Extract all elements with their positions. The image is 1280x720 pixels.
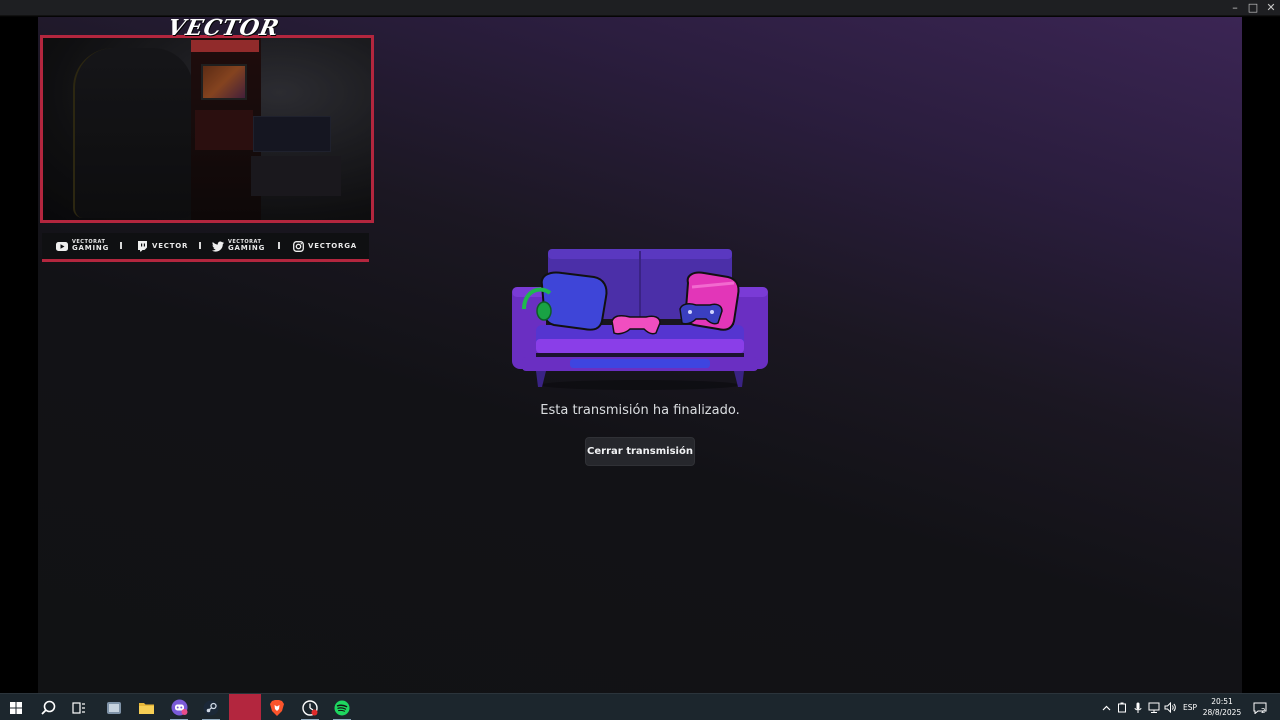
screen: – □ ✕ VECTOR VECTORAT GAMING VECTOR VECT… — [0, 0, 1280, 720]
right-letterbox — [1242, 17, 1280, 693]
social-handle: VECTORGA — [308, 241, 358, 250]
volume-icon — [1164, 702, 1176, 713]
notifications-button[interactable]: 2 — [1250, 694, 1270, 720]
social-twitch: VECTOR — [136, 233, 188, 259]
twitter-icon — [212, 241, 224, 252]
webcam-overlay — [40, 35, 374, 223]
file-app[interactable] — [99, 694, 129, 720]
social-twitter: VECTORAT GAMING — [212, 233, 265, 259]
close-window-button[interactable]: ✕ — [1260, 0, 1280, 16]
empty-couch-illustration — [512, 249, 768, 390]
brave-icon — [270, 699, 284, 716]
network-button[interactable] — [1147, 694, 1161, 720]
steam-icon — [203, 700, 219, 715]
clock-app[interactable] — [295, 694, 325, 720]
separator — [278, 242, 280, 249]
webcam-shade — [43, 38, 371, 220]
stream-viewport: VECTOR VECTORAT GAMING VECTOR VECTORAT G… — [38, 17, 1242, 693]
discord-icon — [171, 699, 187, 716]
volume-button[interactable] — [1163, 694, 1177, 720]
social-handle: GAMING — [72, 244, 110, 252]
red-app[interactable] — [229, 694, 261, 720]
left-letterbox — [0, 17, 38, 693]
show-hidden-icons-button[interactable] — [1099, 694, 1113, 720]
folder-icon — [138, 703, 154, 714]
search-icon — [40, 700, 55, 715]
brave-app[interactable] — [262, 694, 292, 720]
clock-time[interactable]: 20:51 — [1202, 697, 1242, 706]
start-button[interactable] — [1, 694, 31, 720]
input-language-indicator[interactable]: ESP — [1181, 703, 1199, 712]
stream-ended-message: Esta transmisión ha finalizado. — [540, 403, 740, 418]
instagram-icon — [292, 240, 304, 252]
separator — [120, 242, 122, 249]
steam-app[interactable] — [196, 694, 226, 720]
social-instagram: VECTORGA — [292, 233, 357, 259]
notification-count-badge: 2 — [1261, 707, 1266, 715]
discord-app[interactable] — [164, 694, 194, 720]
youtube-icon — [56, 241, 68, 252]
tray-device-button[interactable] — [1115, 694, 1129, 720]
twitch-icon — [136, 240, 148, 252]
streamer-logo: VECTOR — [165, 17, 282, 41]
file-explorer[interactable] — [131, 694, 161, 720]
social-links-bar: VECTORAT GAMING VECTOR VECTORAT GAMING V… — [42, 233, 369, 262]
microphone-icon — [1134, 702, 1142, 713]
close-stream-button[interactable]: Cerrar transmisión — [585, 437, 695, 466]
windows-icon — [10, 701, 22, 714]
microphone-button[interactable] — [1131, 694, 1145, 720]
separator — [199, 242, 201, 249]
network-icon — [1148, 702, 1160, 713]
chevron-up-icon — [1102, 705, 1110, 710]
search-button[interactable] — [33, 694, 63, 720]
spotify-app[interactable] — [327, 694, 357, 720]
social-youtube: VECTORAT GAMING — [56, 233, 109, 259]
app-icon — [107, 701, 121, 714]
task-view-icon — [72, 701, 85, 714]
clock-app-icon — [302, 699, 318, 716]
title-bar: – □ ✕ — [0, 0, 1280, 16]
task-view-button[interactable] — [64, 694, 94, 720]
device-icon — [1118, 702, 1126, 713]
clock-date[interactable]: 28/8/2025 — [1202, 708, 1242, 717]
social-handle: GAMING — [228, 244, 266, 252]
social-handle: VECTOR — [152, 241, 189, 250]
red-app-icon — [240, 703, 250, 713]
spotify-icon — [334, 700, 350, 715]
taskbar: ESP 20:51 28/8/2025 2 — [0, 693, 1280, 720]
